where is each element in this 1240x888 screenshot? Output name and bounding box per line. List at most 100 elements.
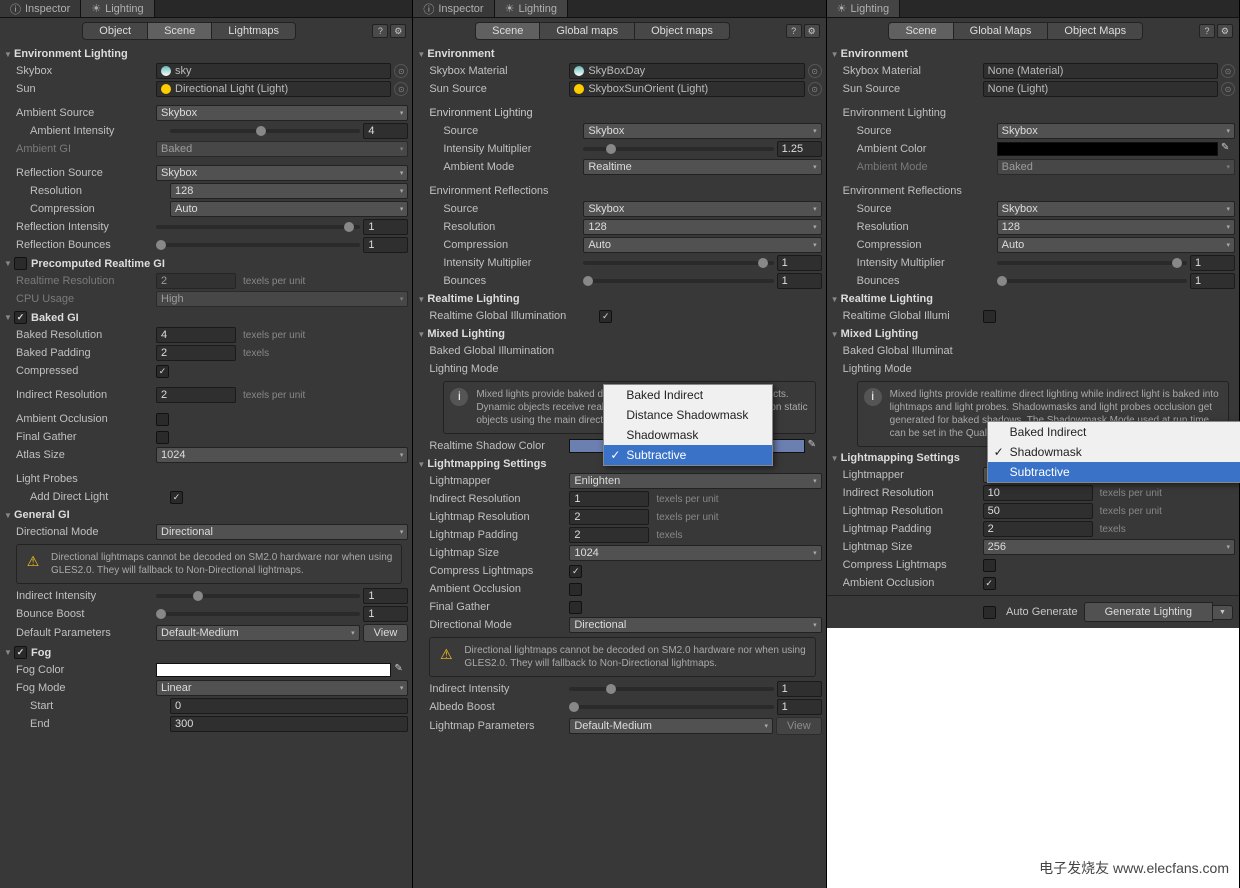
- mode-object-maps[interactable]: Object maps: [635, 23, 729, 39]
- popup-distance-shadowmask[interactable]: Distance Shadowmask: [604, 405, 772, 425]
- ab-field[interactable]: [777, 699, 822, 715]
- rgi-checkbox[interactable]: [599, 310, 612, 323]
- gear-icon[interactable]: ⚙: [1217, 24, 1233, 38]
- dm2-dropdown[interactable]: Directional▾: [569, 617, 821, 633]
- section-mixed[interactable]: ▼Mixed Lighting: [413, 326, 825, 342]
- rintm-field[interactable]: [1190, 255, 1235, 271]
- rintm-field[interactable]: [777, 255, 822, 271]
- object-picker-icon[interactable]: ⊙: [394, 64, 408, 78]
- ii-field[interactable]: [777, 681, 822, 697]
- mode-object-maps[interactable]: Object Maps: [1048, 23, 1142, 39]
- bpad-field[interactable]: [156, 345, 236, 361]
- content-scroll[interactable]: ▼Environment Skybox MaterialSkyBoxDay⊙ S…: [413, 44, 825, 888]
- section-realtime[interactable]: ▼Realtime Lighting: [413, 291, 825, 307]
- section-env[interactable]: ▼Environment: [827, 46, 1239, 62]
- bres-field[interactable]: [156, 327, 236, 343]
- tab-inspector[interactable]: ⓘInspector: [0, 0, 81, 17]
- cl-checkbox[interactable]: [983, 559, 996, 572]
- mode-scene[interactable]: Scene: [476, 23, 540, 39]
- eyedropper-icon[interactable]: ✎: [1221, 142, 1235, 156]
- rres-dropdown[interactable]: 128▾: [997, 219, 1235, 235]
- rintm-slider[interactable]: [583, 261, 773, 265]
- rsrc-dropdown[interactable]: Skybox▾: [583, 201, 821, 217]
- rcomp-dropdown[interactable]: Auto▾: [997, 237, 1235, 253]
- eyedropper-icon[interactable]: ✎: [394, 663, 408, 677]
- src-dropdown[interactable]: Skybox▾: [583, 123, 821, 139]
- refl-bnc-slider[interactable]: [156, 243, 360, 247]
- res-dropdown[interactable]: 128▾: [170, 183, 408, 199]
- sun-field[interactable]: Directional Light (Light): [156, 81, 391, 97]
- lsize-dropdown[interactable]: 256▾: [983, 539, 1235, 555]
- view-button[interactable]: View: [363, 624, 409, 642]
- sunsrc-field[interactable]: SkyboxSunOrient (Light): [569, 81, 804, 97]
- precomputed-checkbox[interactable]: [14, 257, 27, 270]
- indres-field[interactable]: [156, 387, 236, 403]
- tab-inspector[interactable]: ⓘInspector: [413, 0, 494, 17]
- intm-field[interactable]: [777, 141, 822, 157]
- ao-checkbox[interactable]: [156, 413, 169, 426]
- bb-field[interactable]: [363, 606, 408, 622]
- section-precomputed[interactable]: ▼Precomputed Realtime GI: [0, 255, 412, 272]
- refl-src-dropdown[interactable]: Skybox▾: [156, 165, 408, 181]
- help-icon[interactable]: ?: [372, 24, 388, 38]
- adl-checkbox[interactable]: [170, 491, 183, 504]
- dp-dropdown[interactable]: Default-Medium▾: [156, 625, 360, 641]
- refl-bnc-field[interactable]: [363, 237, 408, 253]
- fg-checkbox[interactable]: [156, 431, 169, 444]
- mode-global-maps[interactable]: Global Maps: [954, 23, 1049, 39]
- fg2-checkbox[interactable]: [569, 601, 582, 614]
- bakedgi-checkbox[interactable]: [14, 311, 27, 324]
- compressed-checkbox[interactable]: [156, 365, 169, 378]
- mode-global-maps[interactable]: Global maps: [540, 23, 635, 39]
- section-bakedgi[interactable]: ▼Baked GI: [0, 309, 412, 326]
- fog-color-field[interactable]: [156, 663, 391, 677]
- section-env[interactable]: ▼Environment Lighting: [0, 46, 412, 62]
- gear-icon[interactable]: ⚙: [804, 24, 820, 38]
- lpad-field[interactable]: [569, 527, 649, 543]
- popup-subtractive[interactable]: Subtractive: [604, 445, 772, 465]
- amb-int-field[interactable]: [363, 123, 408, 139]
- generate-dropdown-icon[interactable]: ▼: [1213, 605, 1233, 620]
- comp-dropdown[interactable]: Auto▾: [170, 201, 408, 217]
- gear-icon[interactable]: ⚙: [390, 24, 406, 38]
- indint-slider[interactable]: [156, 594, 360, 598]
- section-realtime[interactable]: ▼Realtime Lighting: [827, 291, 1239, 307]
- help-icon[interactable]: ?: [786, 24, 802, 38]
- fogend-field[interactable]: [170, 716, 408, 732]
- ir-field[interactable]: [569, 491, 649, 507]
- popup-baked-indirect[interactable]: Baked Indirect: [604, 385, 772, 405]
- section-fog[interactable]: ▼Fog: [0, 644, 412, 661]
- section-env[interactable]: ▼Environment: [413, 46, 825, 62]
- mode-scene[interactable]: Scene: [148, 23, 212, 39]
- sunsrc-field[interactable]: None (Light): [983, 81, 1218, 97]
- rintm-slider[interactable]: [997, 261, 1187, 265]
- cl-checkbox[interactable]: [569, 565, 582, 578]
- rcomp-dropdown[interactable]: Auto▾: [583, 237, 821, 253]
- ambcolor-field[interactable]: [997, 142, 1218, 156]
- lr-field[interactable]: [569, 509, 649, 525]
- help-icon[interactable]: ?: [1199, 24, 1215, 38]
- ii-slider[interactable]: [569, 687, 773, 691]
- bnc-field[interactable]: [1190, 273, 1235, 289]
- skymat-field[interactable]: SkyBoxDay: [569, 63, 804, 79]
- tab-lighting[interactable]: ☀Lighting: [495, 0, 568, 17]
- bnc-field[interactable]: [777, 273, 822, 289]
- ab-slider[interactable]: [569, 705, 773, 709]
- atlas-dropdown[interactable]: 1024▾: [156, 447, 408, 463]
- auto-gen-checkbox[interactable]: [983, 606, 996, 619]
- lsize-dropdown[interactable]: 1024▾: [569, 545, 821, 561]
- object-picker-icon[interactable]: ⊙: [808, 64, 822, 78]
- ao2-checkbox[interactable]: [569, 583, 582, 596]
- rgi-checkbox[interactable]: [983, 310, 996, 323]
- bnc-slider[interactable]: [583, 279, 773, 283]
- bnc-slider[interactable]: [997, 279, 1187, 283]
- mode-lightmaps[interactable]: Lightmaps: [212, 23, 295, 39]
- section-mixed[interactable]: ▼Mixed Lighting: [827, 326, 1239, 342]
- indint-field[interactable]: [363, 588, 408, 604]
- object-picker-icon[interactable]: ⊙: [1221, 82, 1235, 96]
- tab-lighting[interactable]: ☀Lighting: [81, 0, 154, 17]
- ao2-checkbox[interactable]: [983, 577, 996, 590]
- lpad-field[interactable]: [983, 521, 1093, 537]
- rres-dropdown[interactable]: 128▾: [583, 219, 821, 235]
- ir-field[interactable]: [983, 485, 1093, 501]
